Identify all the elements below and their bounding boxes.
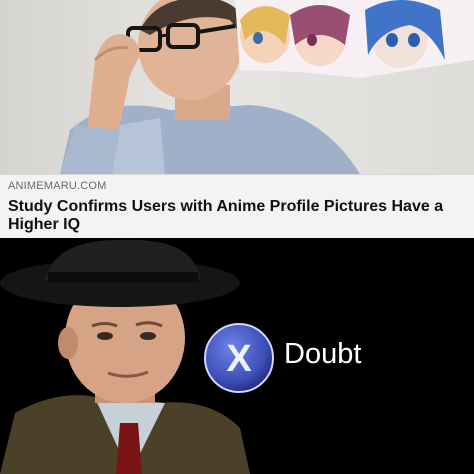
- article-source: ANIMEMARU.COM: [8, 180, 107, 192]
- article-caption-card[interactable]: ANIMEMARU.COM Study Confirms Users with …: [0, 174, 474, 239]
- doubt-label: Doubt: [284, 338, 362, 370]
- x-button-icon: X: [204, 323, 274, 393]
- stock-photo-thinking-man: [0, 0, 474, 174]
- x-button-graphic: X: [204, 323, 274, 393]
- stock-photo-illustration: [60, 0, 474, 174]
- article-headline[interactable]: Study Confirms Users with Anime Profile …: [8, 198, 448, 234]
- x-button-glyph: X: [226, 338, 252, 380]
